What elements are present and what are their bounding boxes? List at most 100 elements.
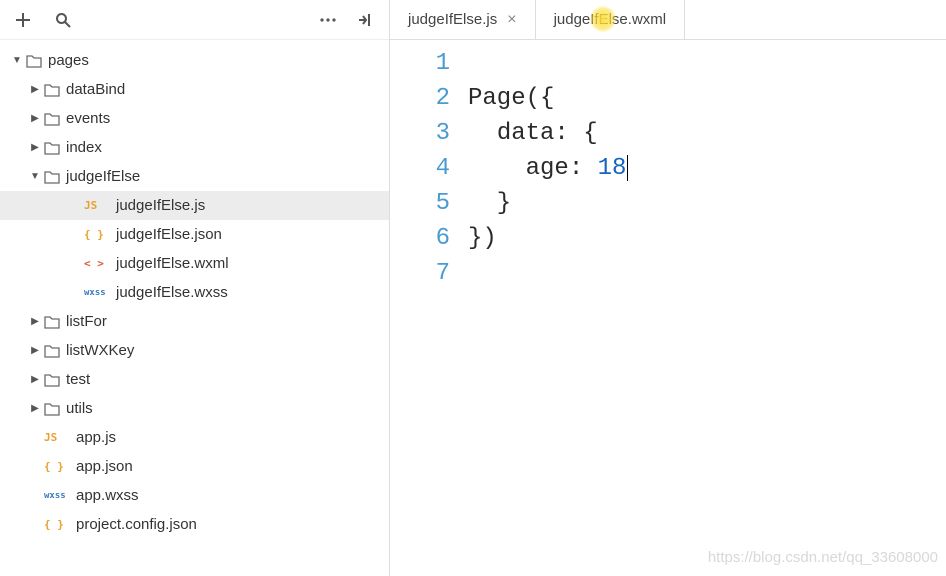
search-button[interactable] (52, 9, 74, 31)
wxss-file-icon: wxss (84, 288, 112, 298)
code-line[interactable]: } (468, 186, 946, 221)
tree-file-judgeIfElse.json[interactable]: ▶{ }judgeIfElse.json (0, 220, 389, 249)
tree-item-label: judgeIfElse.json (116, 226, 222, 243)
line-number: 3 (390, 116, 450, 151)
tree-item-label: judgeIfElse.wxss (116, 284, 228, 301)
code-token: : (569, 155, 598, 182)
code-token: }) (468, 225, 497, 252)
code-token: age (526, 155, 569, 182)
tab-label: judgeIfElse.js (408, 11, 497, 28)
search-icon (55, 12, 71, 28)
expand-arrow-icon: ▶ (28, 374, 42, 385)
tree-file-judgeIfElse.wxml[interactable]: ▶< >judgeIfElse.wxml (0, 249, 389, 278)
expand-arrow-icon: ▶ (28, 316, 42, 327)
tree-folder-utils[interactable]: ▶ utils (0, 394, 389, 423)
tab-judgeIfElse-wxml[interactable]: judgeIfElse.wxml (536, 0, 686, 39)
editor-pane: judgeIfElse.js × judgeIfElse.wxml 1234567 … (390, 0, 946, 576)
tree-folder-pages[interactable]: ▼ pages (0, 46, 389, 75)
code-line[interactable] (468, 46, 946, 81)
code-line[interactable]: }) (468, 221, 946, 256)
code-line[interactable]: Page({ (468, 81, 946, 116)
line-number: 5 (390, 186, 450, 221)
line-number: 1 (390, 46, 450, 81)
code-token: : { (554, 120, 597, 147)
expand-arrow-icon: ▶ (28, 113, 42, 124)
tree-file-app.js[interactable]: ▶JSapp.js (0, 423, 389, 452)
sidebar: ▼pages▶dataBind▶events▶index▼judgeIfElse… (0, 0, 390, 576)
tab-label: judgeIfElse.wxml (554, 11, 667, 28)
expand-arrow-icon: ▶ (28, 403, 42, 414)
tab-judgeIfElse-js[interactable]: judgeIfElse.js × (390, 0, 536, 39)
json-file-icon: { } (44, 460, 72, 473)
tree-item-label: judgeIfElse.wxml (116, 255, 229, 272)
code-line[interactable]: age: 18 (468, 151, 946, 186)
tree-item-label: events (66, 110, 110, 127)
text-cursor (627, 155, 628, 181)
tree-file-project.config.json[interactable]: ▶{ }project.config.json (0, 510, 389, 539)
tree-folder-dataBind[interactable]: ▶dataBind (0, 75, 389, 104)
js-file-icon: JS (44, 431, 72, 444)
plus-icon (15, 12, 31, 28)
code-token: data (497, 120, 555, 147)
tree-item-label: app.wxss (76, 487, 139, 504)
tree-item-label: judgeIfElse (66, 168, 140, 185)
expand-arrow-icon: ▶ (28, 142, 42, 153)
line-number: 6 (390, 221, 450, 256)
line-number: 2 (390, 81, 450, 116)
tree-file-app.json[interactable]: ▶{ }app.json (0, 452, 389, 481)
tree-item-label: utils (66, 400, 93, 417)
ellipsis-icon (319, 12, 337, 28)
tree-item-label: app.json (76, 458, 133, 475)
code-line[interactable] (468, 256, 946, 291)
js-file-icon: JS (84, 199, 112, 212)
line-number: 7 (390, 256, 450, 291)
folder-icon (26, 54, 42, 68)
tree-item-label: judgeIfElse.js (116, 197, 205, 214)
new-file-button[interactable] (12, 9, 34, 31)
tree-folder-test[interactable]: ▶ test (0, 365, 389, 394)
line-number: 4 (390, 151, 450, 186)
line-number-gutter: 1234567 (390, 46, 468, 576)
folder-icon (44, 112, 60, 126)
json-file-icon: { } (84, 228, 112, 241)
tree-folder-judgeIfElse[interactable]: ▼ judgeIfElse (0, 162, 389, 191)
tree-folder-listFor[interactable]: ▶ listFor (0, 307, 389, 336)
tree-item-label: project.config.json (76, 516, 197, 533)
tree-item-label: listFor (66, 313, 107, 330)
collapse-icon (357, 12, 375, 28)
folder-icon (44, 402, 60, 416)
tree-file-judgeIfElse.js[interactable]: ▶JSjudgeIfElse.js (0, 191, 389, 220)
tree-item-label: listWXKey (66, 342, 134, 359)
code-token (468, 155, 526, 182)
tree-file-app.wxss[interactable]: ▶wxssapp.wxss (0, 481, 389, 510)
file-tree[interactable]: ▼pages▶dataBind▶events▶index▼judgeIfElse… (0, 40, 389, 576)
tree-item-label: app.js (76, 429, 116, 446)
tree-item-label: test (66, 371, 90, 388)
code-line[interactable]: data: { (468, 116, 946, 151)
folder-icon (44, 373, 60, 387)
more-button[interactable] (317, 9, 339, 31)
folder-icon (44, 344, 60, 358)
expand-arrow-icon: ▼ (28, 171, 42, 182)
tree-file-judgeIfElse.wxss[interactable]: ▶wxssjudgeIfElse.wxss (0, 278, 389, 307)
json-file-icon: { } (44, 518, 72, 531)
code-editor[interactable]: 1234567 Page({ data: { age: 18 }}) (390, 40, 946, 576)
wxss-file-icon: wxss (44, 491, 72, 501)
tree-folder-listWXKey[interactable]: ▶listWXKey (0, 336, 389, 365)
tree-folder-index[interactable]: ▶index (0, 133, 389, 162)
expand-arrow-icon: ▼ (10, 55, 24, 66)
folder-icon (44, 170, 60, 184)
code-token (468, 120, 497, 147)
folder-icon (44, 83, 60, 97)
code-token: Page (468, 85, 526, 112)
expand-arrow-icon: ▶ (28, 84, 42, 95)
code-content[interactable]: Page({ data: { age: 18 }}) (468, 46, 946, 576)
tree-item-label: pages (48, 52, 89, 69)
collapse-panel-button[interactable] (355, 9, 377, 31)
code-token: 18 (598, 155, 627, 182)
tab-bar: judgeIfElse.js × judgeIfElse.wxml (390, 0, 946, 40)
close-tab-button[interactable]: × (507, 11, 516, 29)
tree-folder-events[interactable]: ▶ events (0, 104, 389, 133)
wxml-file-icon: < > (84, 257, 112, 270)
folder-icon (44, 315, 60, 329)
